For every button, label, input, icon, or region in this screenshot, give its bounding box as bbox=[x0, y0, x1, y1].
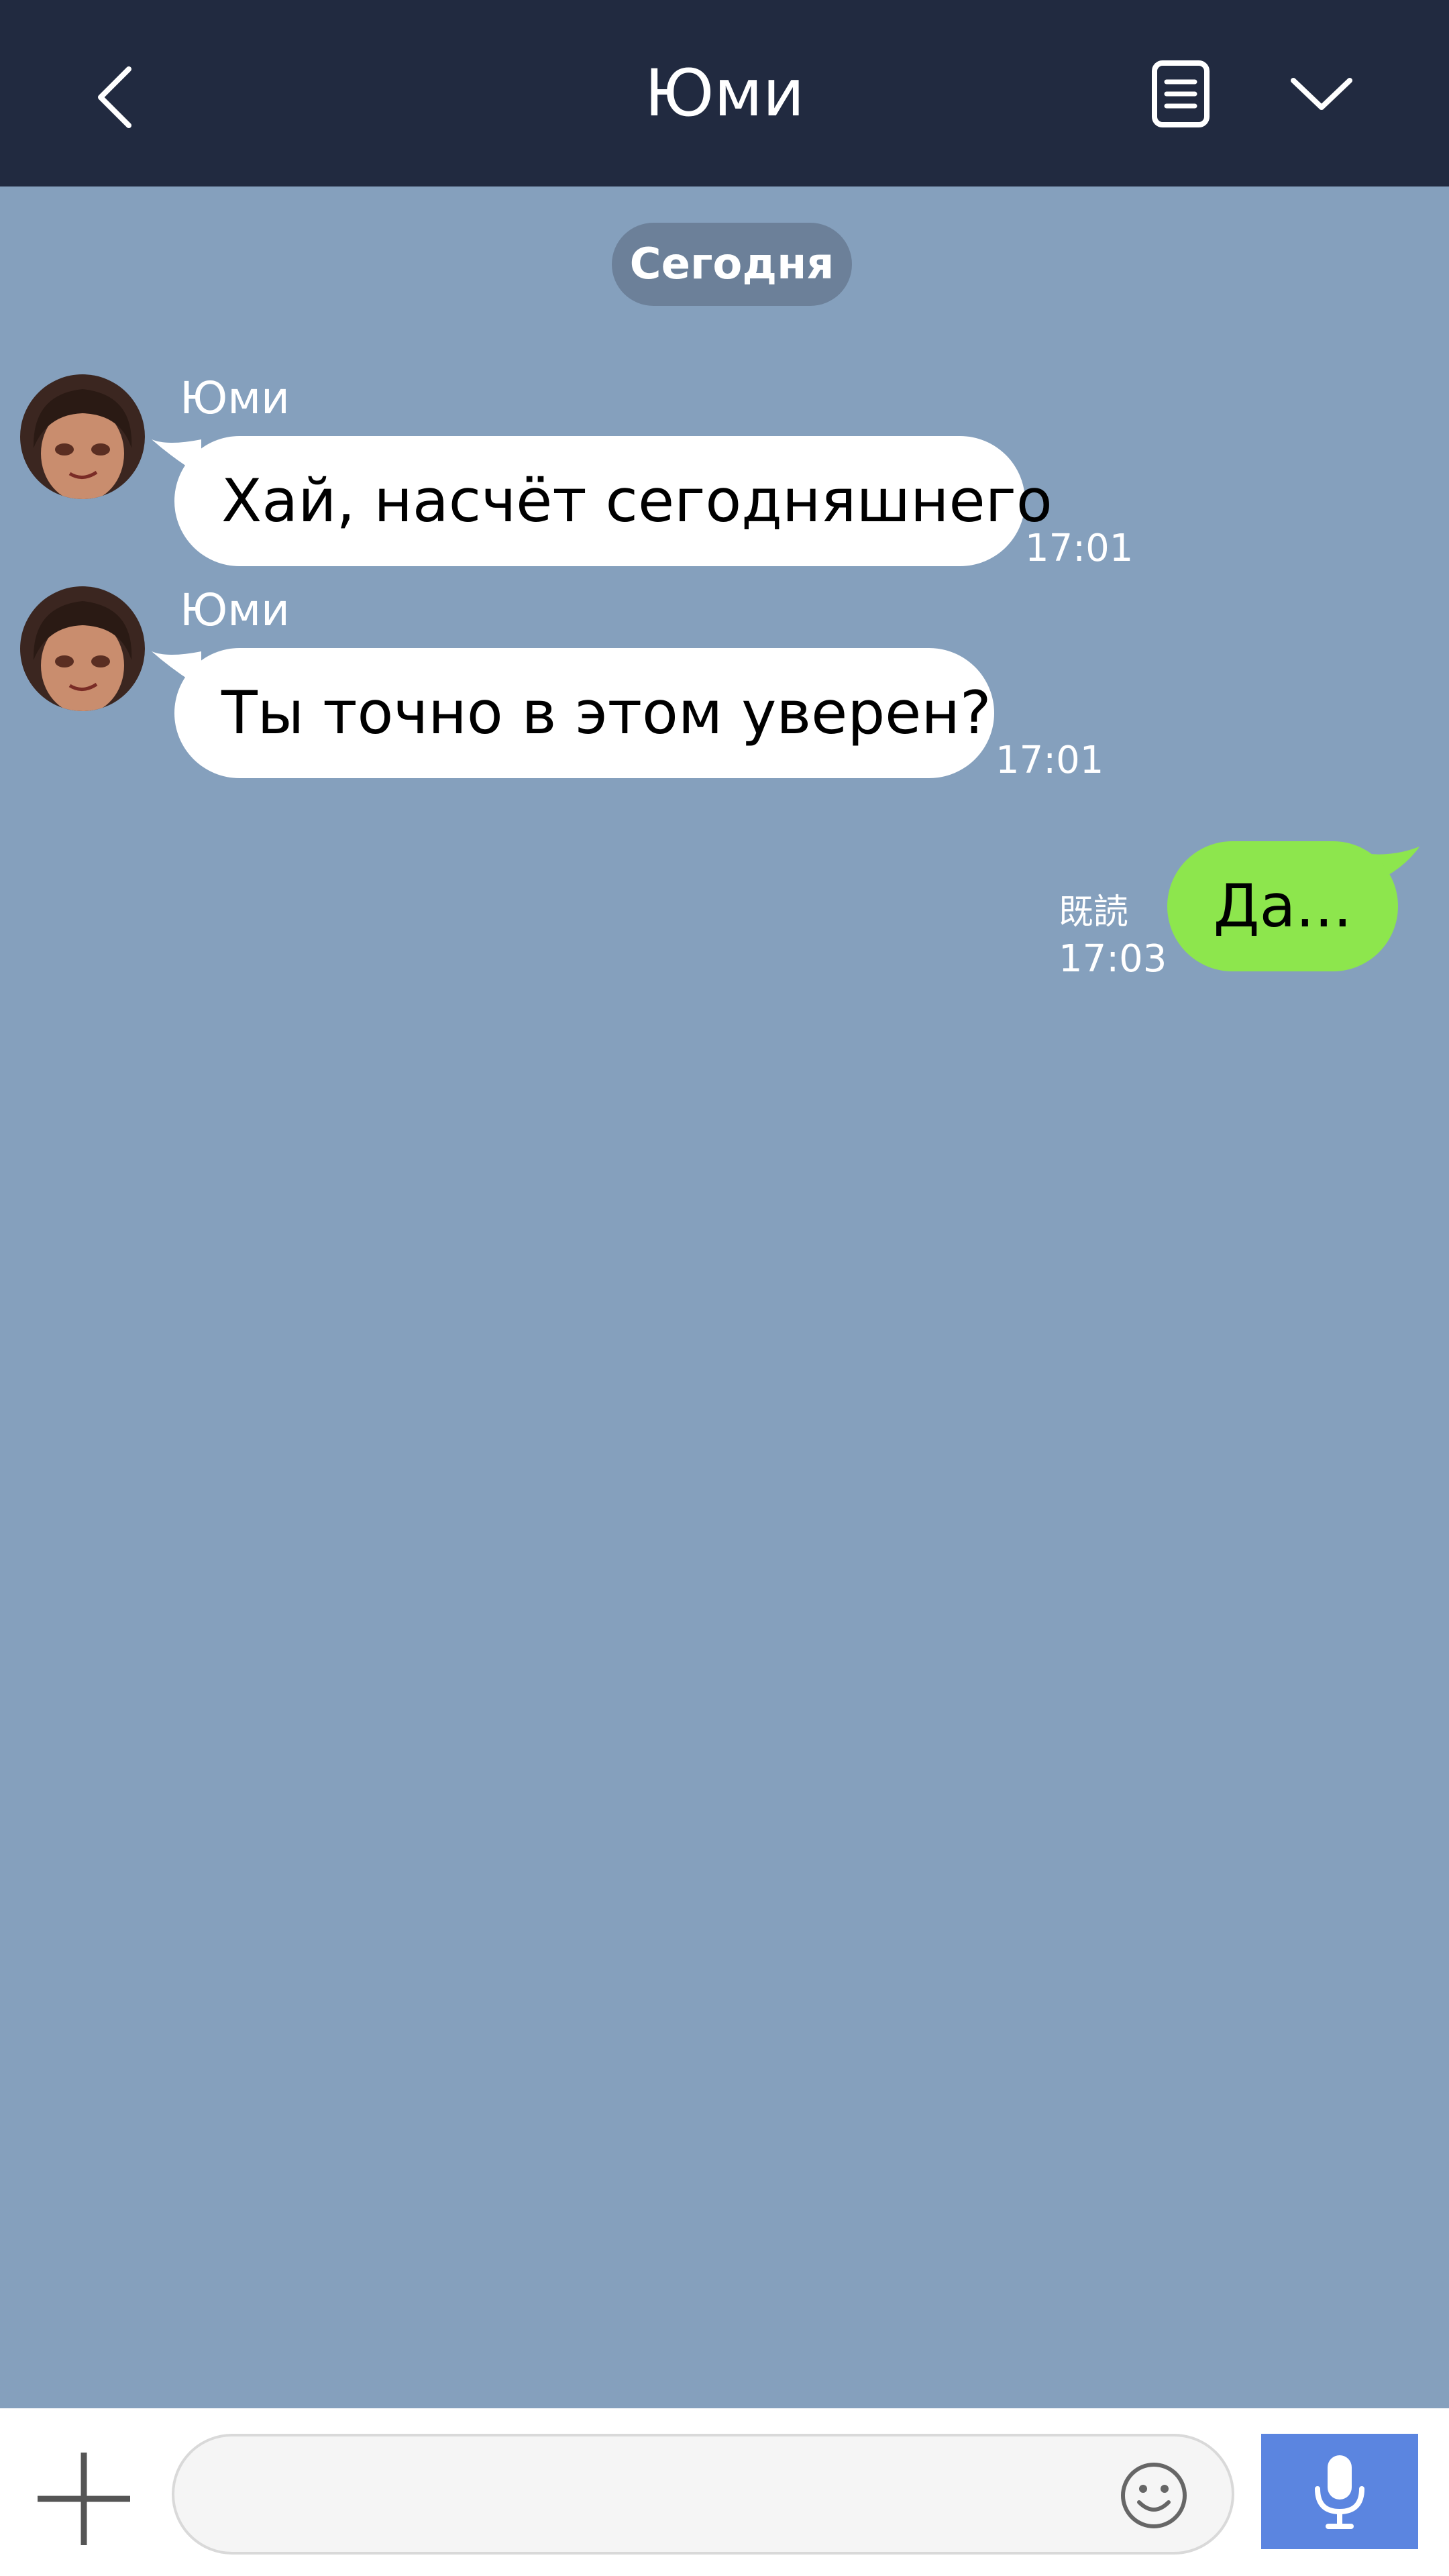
message-time: 17:01 bbox=[1025, 527, 1134, 570]
message-bubble[interactable]: Хай, насчёт сегодняшнего bbox=[174, 436, 1053, 566]
message-bubble[interactable]: Да... bbox=[1167, 841, 1398, 971]
avatar-image bbox=[20, 374, 145, 499]
back-button[interactable] bbox=[74, 47, 154, 148]
chevron-down-icon bbox=[1291, 78, 1352, 110]
date-separator: Сегодня bbox=[612, 223, 852, 306]
voice-message-button[interactable] bbox=[1261, 2434, 1418, 2549]
plus-icon bbox=[38, 2453, 130, 2545]
message-input-container[interactable] bbox=[172, 2434, 1234, 2555]
message-time: 17:01 bbox=[996, 739, 1104, 782]
smiley-icon bbox=[1121, 2463, 1187, 2528]
avatar[interactable] bbox=[20, 586, 145, 711]
read-receipt: 既読 bbox=[1059, 892, 1129, 932]
notes-button[interactable] bbox=[1127, 40, 1234, 148]
message-bubble[interactable]: Ты точно в этом уверен? bbox=[174, 648, 994, 778]
attach-button[interactable] bbox=[27, 2442, 141, 2556]
avatar-image bbox=[20, 586, 145, 711]
message-time: 17:03 bbox=[1059, 937, 1167, 981]
emoji-button[interactable] bbox=[1114, 2455, 1194, 2536]
menu-button[interactable] bbox=[1265, 40, 1379, 148]
message-input[interactable] bbox=[215, 2436, 1089, 2553]
composer-bar bbox=[0, 2408, 1449, 2576]
microphone-icon bbox=[1315, 2455, 1364, 2529]
sender-name: Юми bbox=[180, 372, 290, 424]
chat-title: Юми bbox=[644, 56, 805, 131]
chevron-left-icon bbox=[98, 66, 131, 128]
avatar[interactable] bbox=[20, 374, 145, 499]
notes-icon bbox=[1152, 60, 1210, 127]
chat-header: Юми bbox=[0, 0, 1449, 186]
sender-name: Юми bbox=[180, 584, 290, 636]
